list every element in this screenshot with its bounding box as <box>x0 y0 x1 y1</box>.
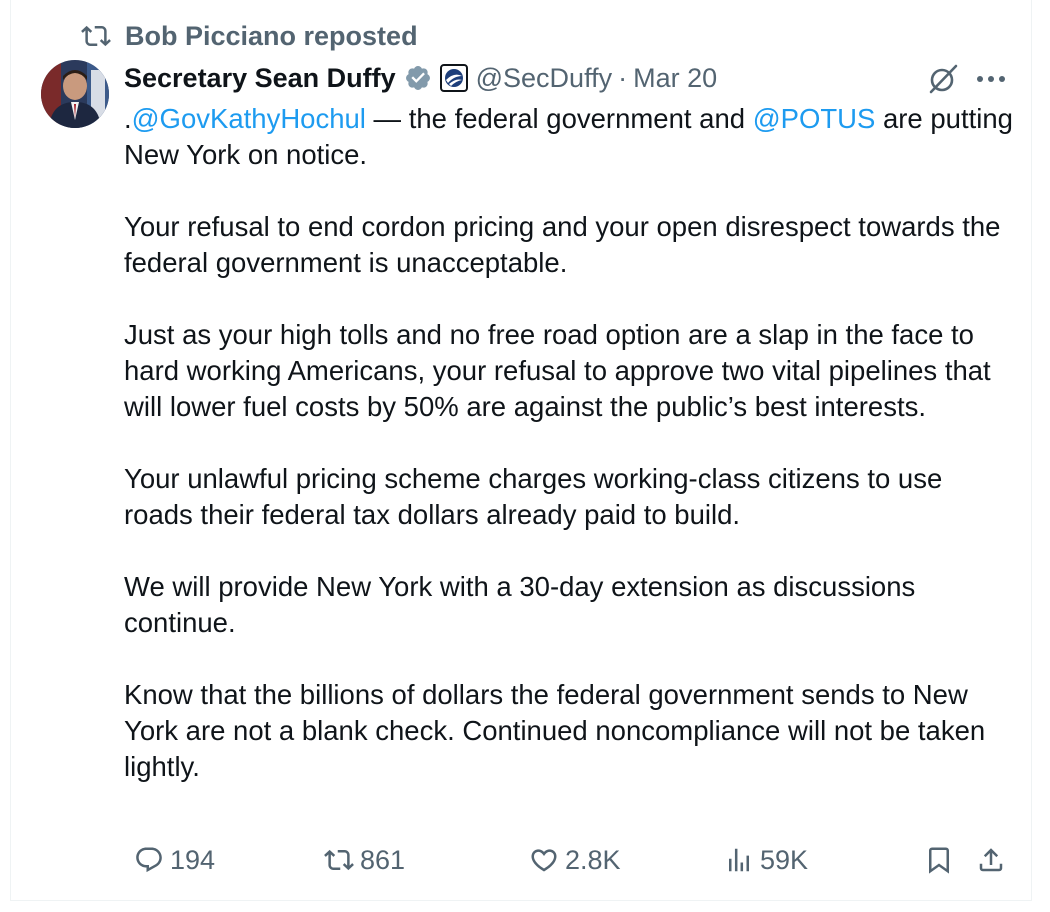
mention-potus-link[interactable]: @POTUS <box>753 103 876 134</box>
views-icon <box>729 848 749 872</box>
tweet-paragraph-1: .@GovKathyHochul — the federal governmen… <box>124 101 1014 173</box>
reply-button[interactable]: 194 <box>134 840 215 880</box>
tweet-body: .@GovKathyHochul — the federal governmen… <box>124 101 1014 785</box>
share-icon <box>979 848 1003 872</box>
share-button[interactable] <box>976 840 1012 880</box>
tweet-paragraph-2: Your refusal to end cordon pricing and y… <box>124 211 1001 278</box>
tweet-header: Secretary Sean Duffy @SecDuffy · Mar 20 <box>124 58 717 98</box>
repost-icon <box>81 25 111 47</box>
bookmark-icon <box>929 847 949 874</box>
repost-count: 861 <box>360 844 406 875</box>
avatar-image <box>41 60 109 128</box>
grok-icon[interactable] <box>926 62 960 96</box>
tweet-paragraph-3: Just as your high tolls and no free road… <box>124 319 991 422</box>
like-count: 2.8K <box>565 844 621 875</box>
heart-icon <box>531 849 557 872</box>
reply-count: 194 <box>170 844 216 875</box>
repost-banner[interactable]: Bob Picciano reposted <box>81 18 418 54</box>
reply-icon <box>136 847 162 873</box>
tweet-card[interactable]: Bob Picciano reposted Secretary Sean Duf… <box>10 0 1032 901</box>
avatar[interactable] <box>41 60 109 128</box>
tweet-paragraph-5: We will provide New York with a 30-day e… <box>124 571 916 638</box>
author-handle[interactable]: @SecDuffy <box>476 63 612 94</box>
views-count: 59K <box>760 844 809 875</box>
bookmark-button[interactable] <box>924 840 960 880</box>
header-separator: · <box>618 62 628 93</box>
mention-govkathyhochul-link[interactable]: @GovKathyHochul <box>132 103 366 134</box>
tweet-text-mid: — the federal government and <box>365 103 753 134</box>
repost-action-icon <box>324 849 354 871</box>
repost-banner-text: Bob Picciano reposted <box>125 20 418 51</box>
more-options-icon[interactable] <box>973 66 1009 92</box>
tweet-paragraph-6: Know that the billions of dollars the fe… <box>124 679 986 782</box>
tweet-date[interactable]: Mar 20 <box>633 63 717 94</box>
views-button[interactable]: 59K <box>724 840 808 880</box>
dot-logo-icon[interactable] <box>439 64 468 92</box>
tweet-text-lead: . <box>124 103 132 134</box>
action-bar: 194 861 2.8K 59K <box>124 840 1014 880</box>
tweet-paragraph-4: Your unlawful pricing scheme charges wor… <box>124 463 943 530</box>
repost-button[interactable]: 861 <box>324 840 405 880</box>
verified-badge-icon[interactable] <box>404 64 432 92</box>
author-display-name[interactable]: Secretary Sean Duffy <box>124 63 396 94</box>
like-button[interactable]: 2.8K <box>529 840 621 880</box>
